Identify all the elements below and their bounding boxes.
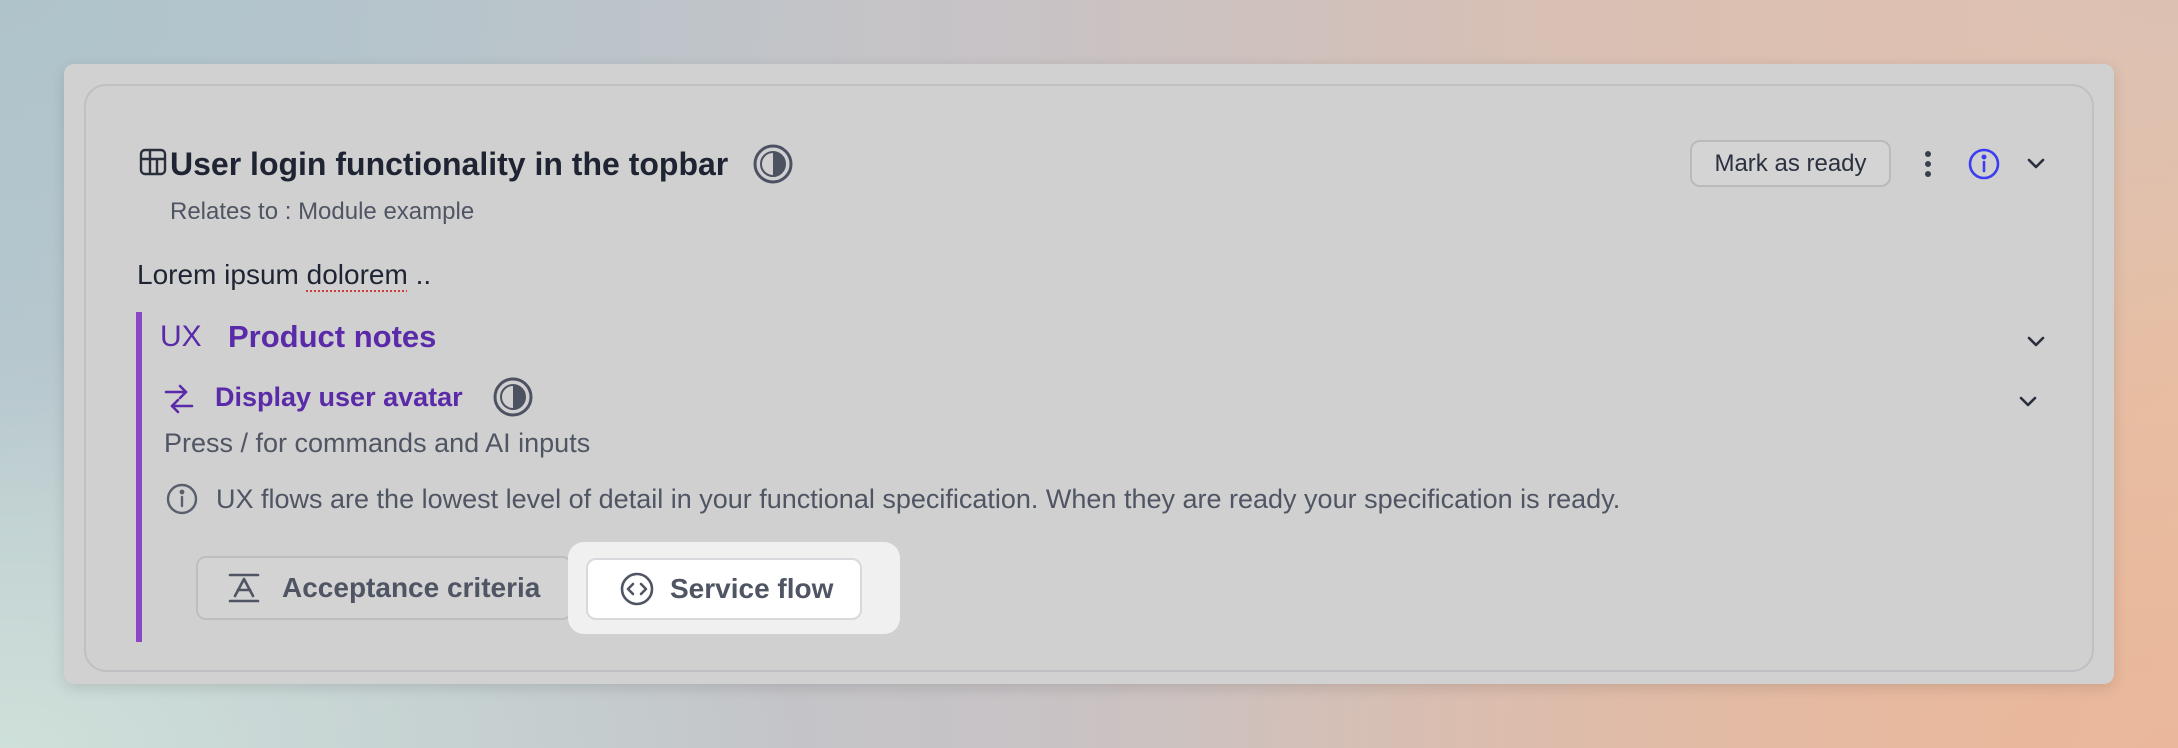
- spec-card-backdrop: User login functionality in the topbar R…: [64, 64, 2114, 684]
- chevron-down-icon[interactable]: [2020, 326, 2052, 358]
- ux-flow-info-note: UX flows are the lowest level of detail …: [216, 484, 1621, 514]
- mark-as-ready-button[interactable]: Mark as ready: [1690, 140, 1891, 187]
- command-input-placeholder[interactable]: Press / for commands and AI inputs: [164, 426, 590, 460]
- card-title[interactable]: User login functionality in the topbar: [170, 144, 728, 184]
- misspelled-word: dolorem: [306, 259, 408, 290]
- ux-flow-title[interactable]: Display user avatar: [215, 380, 463, 414]
- card-description[interactable]: Lorem ipsum dolorem ..: [137, 258, 431, 292]
- arrows-exchange-icon: [164, 384, 194, 414]
- service-flow-label: Service flow: [670, 573, 834, 604]
- description-prefix: Lorem ipsum: [137, 259, 307, 290]
- service-flow-button[interactable]: Service flow: [586, 558, 862, 620]
- more-vertical-icon[interactable]: [1912, 146, 1944, 182]
- code-circle-icon: [620, 572, 654, 606]
- spec-card: User login functionality in the topbar R…: [84, 84, 2094, 672]
- chevron-down-icon[interactable]: [2020, 148, 2052, 180]
- half-circle-status-icon[interactable]: [752, 143, 794, 185]
- acceptance-criteria-label: Acceptance criteria: [282, 572, 541, 603]
- info-icon: [166, 483, 198, 515]
- text-align-icon: [228, 573, 260, 603]
- product-notes-accent-bar: [136, 312, 142, 642]
- description-suffix: ..: [407, 259, 432, 290]
- grid-table-icon: [139, 148, 167, 176]
- chevron-down-icon[interactable]: [2012, 386, 2044, 418]
- relates-to-label[interactable]: Relates to : Module example: [170, 197, 474, 227]
- ux-tag: UX: [160, 320, 202, 353]
- product-notes-title[interactable]: Product notes: [228, 318, 436, 356]
- acceptance-criteria-button[interactable]: Acceptance criteria: [196, 556, 572, 620]
- half-circle-status-icon[interactable]: [492, 376, 534, 418]
- info-icon[interactable]: [1966, 146, 2002, 182]
